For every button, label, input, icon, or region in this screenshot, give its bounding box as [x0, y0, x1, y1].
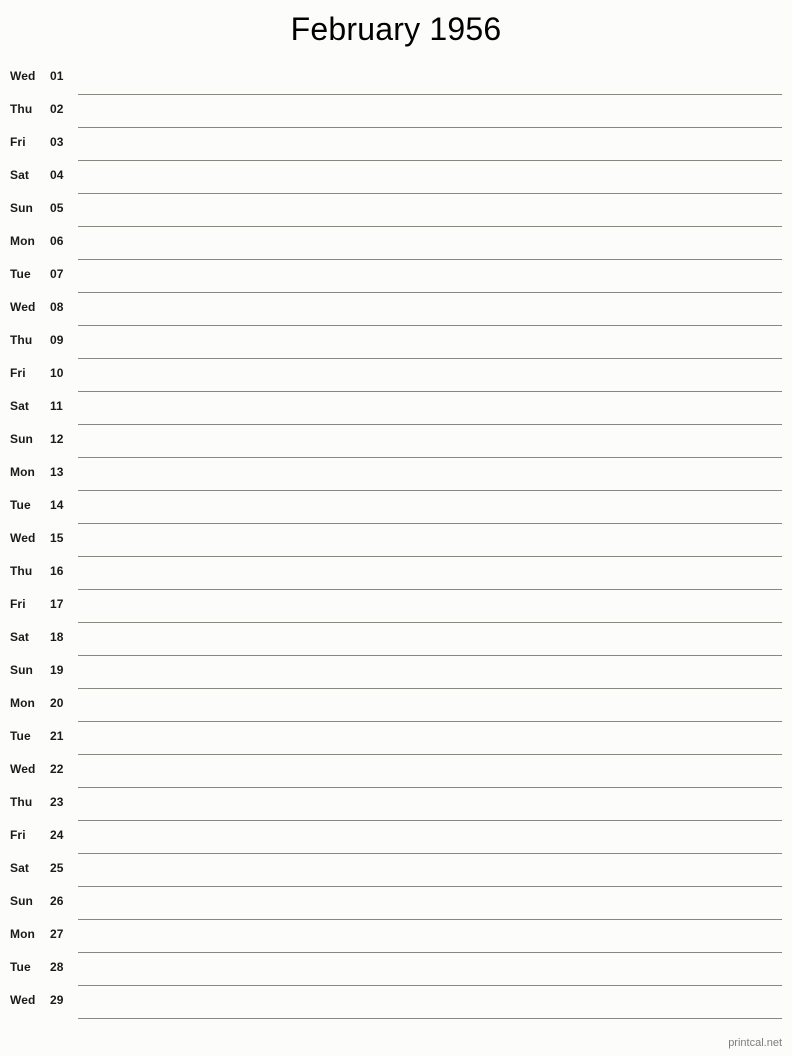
- weekday-label: Sun: [10, 663, 33, 677]
- day-number: 02: [50, 102, 64, 116]
- weekday-label: Tue: [10, 960, 31, 974]
- day-number: 11: [50, 399, 63, 413]
- day-number: 14: [50, 498, 64, 512]
- calendar-day-row[interactable]: Sun 12: [0, 425, 792, 458]
- day-number: 29: [50, 993, 64, 1007]
- weekday-label: Sat: [10, 168, 29, 182]
- calendar-day-row[interactable]: Sat 11: [0, 392, 792, 425]
- weekday-label: Thu: [10, 795, 33, 809]
- weekday-label: Thu: [10, 333, 33, 347]
- day-number: 21: [50, 729, 64, 743]
- weekday-label: Tue: [10, 498, 31, 512]
- calendar-day-row[interactable]: Wed 22: [0, 755, 792, 788]
- weekday-label: Mon: [10, 696, 35, 710]
- calendar-day-row[interactable]: Fri 10: [0, 359, 792, 392]
- weekday-label: Sat: [10, 630, 29, 644]
- weekday-label: Thu: [10, 102, 33, 116]
- day-number: 23: [50, 795, 64, 809]
- calendar-day-row[interactable]: Sun 26: [0, 887, 792, 920]
- day-number: 25: [50, 861, 64, 875]
- day-number: 06: [50, 234, 64, 248]
- calendar-day-row[interactable]: Wed 29: [0, 986, 792, 1019]
- calendar-day-row[interactable]: Sat 25: [0, 854, 792, 887]
- weekday-label: Mon: [10, 927, 35, 941]
- day-number: 18: [50, 630, 64, 644]
- calendar-day-row[interactable]: Wed 08: [0, 293, 792, 326]
- weekday-label: Sun: [10, 432, 33, 446]
- calendar-day-row[interactable]: Fri 03: [0, 128, 792, 161]
- note-writing-line[interactable]: [78, 1018, 782, 1019]
- calendar-day-row[interactable]: Tue 14: [0, 491, 792, 524]
- calendar-day-row[interactable]: Tue 07: [0, 260, 792, 293]
- day-number: 04: [50, 168, 64, 182]
- day-number: 08: [50, 300, 64, 314]
- weekday-label: Fri: [10, 828, 26, 842]
- calendar-day-row[interactable]: Sat 18: [0, 623, 792, 656]
- calendar-day-row[interactable]: Sun 05: [0, 194, 792, 227]
- calendar-page: February 1956 Wed 01 Thu 02 Fri 03 Sat 04 Sun 05 M…: [0, 0, 792, 1056]
- weekday-label: Tue: [10, 729, 31, 743]
- weekday-label: Wed: [10, 300, 36, 314]
- calendar-day-list: Wed 01 Thu 02 Fri 03 Sat 04 Sun 05 Mon 06 Tue 07 Wed 08…: [0, 62, 792, 1019]
- day-number: 07: [50, 267, 64, 281]
- page-title: February 1956: [290, 11, 502, 47]
- weekday-label: Fri: [10, 597, 26, 611]
- day-number: 05: [50, 201, 64, 215]
- day-number: 28: [50, 960, 64, 974]
- day-number: 20: [50, 696, 64, 710]
- calendar-day-row[interactable]: Wed 15: [0, 524, 792, 557]
- calendar-day-row[interactable]: Tue 21: [0, 722, 792, 755]
- calendar-day-row[interactable]: Sat 04: [0, 161, 792, 194]
- day-number: 01: [50, 69, 64, 83]
- calendar-day-row[interactable]: Thu 09: [0, 326, 792, 359]
- calendar-day-row[interactable]: Thu 02: [0, 95, 792, 128]
- weekday-label: Sun: [10, 894, 33, 908]
- weekday-label: Fri: [10, 135, 26, 149]
- calendar-day-row[interactable]: Mon 13: [0, 458, 792, 491]
- weekday-label: Mon: [10, 465, 35, 479]
- weekday-label: Wed: [10, 762, 36, 776]
- weekday-label: Wed: [10, 69, 36, 83]
- day-number: 26: [50, 894, 64, 908]
- day-number: 12: [50, 432, 64, 446]
- day-number: 17: [50, 597, 64, 611]
- footer-credit: printcal.net: [728, 1037, 782, 1049]
- weekday-label: Wed: [10, 993, 36, 1007]
- weekday-label: Sat: [10, 399, 29, 413]
- day-number: 24: [50, 828, 64, 842]
- calendar-day-row[interactable]: Thu 23: [0, 788, 792, 821]
- calendar-day-row[interactable]: Sun 19: [0, 656, 792, 689]
- day-number: 19: [50, 663, 64, 677]
- weekday-label: Thu: [10, 564, 33, 578]
- day-number: 27: [50, 927, 64, 941]
- calendar-day-row[interactable]: Mon 06: [0, 227, 792, 260]
- day-number: 09: [50, 333, 64, 347]
- calendar-day-row[interactable]: Fri 17: [0, 590, 792, 623]
- day-number: 22: [50, 762, 64, 776]
- weekday-label: Fri: [10, 366, 26, 380]
- day-number: 16: [50, 564, 64, 578]
- calendar-day-row[interactable]: Thu 16: [0, 557, 792, 590]
- weekday-label: Tue: [10, 267, 31, 281]
- day-number: 03: [50, 135, 64, 149]
- weekday-label: Mon: [10, 234, 35, 248]
- day-number: 15: [50, 531, 64, 545]
- calendar-day-row[interactable]: Tue 28: [0, 953, 792, 986]
- day-number: 13: [50, 465, 64, 479]
- calendar-day-row[interactable]: Fri 24: [0, 821, 792, 854]
- weekday-label: Sun: [10, 201, 33, 215]
- day-number: 10: [50, 366, 64, 380]
- calendar-day-row[interactable]: Mon 27: [0, 920, 792, 953]
- calendar-day-row[interactable]: Wed 01: [0, 62, 792, 95]
- calendar-day-row[interactable]: Mon 20: [0, 689, 792, 722]
- weekday-label: Wed: [10, 531, 36, 545]
- weekday-label: Sat: [10, 861, 29, 875]
